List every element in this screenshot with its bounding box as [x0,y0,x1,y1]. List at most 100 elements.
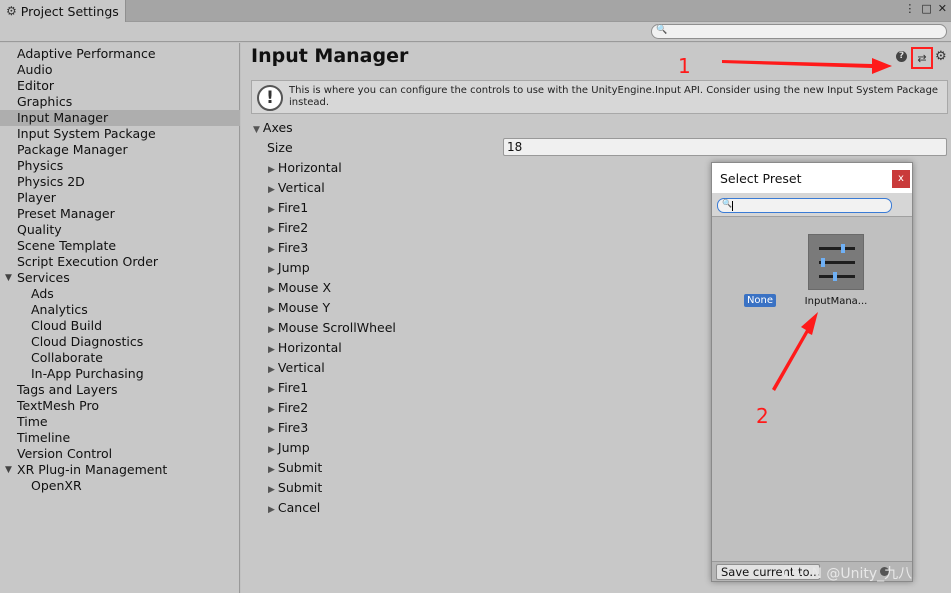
sidebar-item[interactable]: Preset Manager [0,206,240,222]
sidebar-item[interactable]: Audio [0,62,240,78]
axis-label: Horizontal [277,340,342,355]
sidebar-item[interactable]: Input Manager [0,110,240,126]
chevron-right-icon: ▶ [268,405,275,415]
size-input[interactable]: 18 [503,138,947,156]
sidebar-item[interactable]: Collaborate [0,350,240,366]
sidebar-item[interactable]: OpenXR [0,478,240,494]
help-icon[interactable]: ? [896,51,907,62]
sidebar-item-label: XR Plug-in Management [17,462,168,477]
axis-label: Mouse ScrollWheel [277,320,396,335]
warning-icon: ! [257,85,283,111]
sidebar-item[interactable]: ▼ Services [0,270,240,286]
chevron-right-icon: ▶ [268,425,275,435]
page-title: Input Manager [251,45,409,67]
sidebar-item[interactable]: Timeline [0,430,240,446]
window-titlebar: ⚙ Project Settings ⋮ □ ✕ [0,0,951,22]
preset-thumbnail-sliders-icon[interactable] [808,234,864,290]
sidebar-item-label: Scene Template [17,238,117,253]
close-button[interactable]: x [892,170,910,188]
sidebar-item[interactable]: ▼ XR Plug-in Management [0,462,240,478]
sidebar-item[interactable]: Time [0,414,240,430]
axis-foldout[interactable]: ▶ Horizontal [268,158,342,178]
sidebar-item[interactable]: Graphics [0,94,240,110]
sidebar-item[interactable]: Cloud Diagnostics [0,334,240,350]
chevron-down-icon: ▼ [253,125,260,135]
sidebar-item[interactable]: Script Execution Order [0,254,240,270]
size-label: Size [267,140,293,155]
sidebar-item[interactable]: Analytics [0,302,240,318]
tab-label: Project Settings [20,3,119,19]
slider-knob-1 [841,244,845,253]
sidebar-item[interactable]: Quality [0,222,240,238]
chevron-right-icon: ▶ [268,185,275,195]
maximize-icon[interactable]: □ [921,2,931,15]
annotation-marker-1: 1 [678,54,691,78]
close-icon[interactable]: ✕ [938,2,947,15]
sidebar-item-label: Collaborate [31,350,103,365]
axis-foldout[interactable]: ▶ Vertical [268,178,325,198]
sidebar-item[interactable]: Tags and Layers [0,382,240,398]
sidebar-item[interactable]: Package Manager [0,142,240,158]
axes-foldout[interactable]: ▼ Axes [253,118,293,138]
chevron-right-icon: ▶ [268,245,275,255]
axis-foldout[interactable]: ▶ Submit [268,458,322,478]
axis-foldout[interactable]: ▶ Fire3 [268,418,308,438]
chevron-down-icon[interactable]: ▼ [5,270,12,286]
chevron-down-icon[interactable]: ▼ [5,462,12,478]
sidebar-item[interactable]: Input System Package [0,126,240,142]
axis-label: Submit [277,480,323,495]
axis-foldout[interactable]: ▶ Fire2 [268,398,308,418]
sidebar-item[interactable]: TextMesh Pro [0,398,240,414]
axis-label: Fire2 [277,400,309,415]
settings-sidebar: Adaptive Performance Audio Editor Graphics I… [0,43,240,593]
toolbar: 🔍 [0,22,951,42]
axis-foldout[interactable]: ▶ Mouse X [268,278,331,298]
axis-foldout[interactable]: ▶ Horizontal [268,338,342,358]
sidebar-item[interactable]: Ads [0,286,240,302]
sidebar-item-label: Player [17,190,56,205]
sidebar-item-label: Cloud Diagnostics [31,334,144,349]
sidebar-item[interactable]: Cloud Build [0,318,240,334]
axis-label: Fire1 [277,200,309,215]
sidebar-item-label: Quality [17,222,62,237]
axis-foldout[interactable]: ▶ Fire1 [268,378,308,398]
sidebar-item[interactable]: Player [0,190,240,206]
sidebar-item[interactable]: In-App Purchasing [0,366,240,382]
sidebar-item-label: Cloud Build [31,318,103,333]
preset-name[interactable]: InputMana... [800,296,872,307]
sidebar-item[interactable]: Scene Template [0,238,240,254]
axis-foldout[interactable]: ▶ Jump [268,258,310,278]
sidebar-item[interactable]: Version Control [0,446,240,462]
sidebar-item[interactable]: Physics 2D [0,174,240,190]
axis-foldout[interactable]: ▶ Cancel [268,498,320,518]
sidebar-item-label: Adaptive Performance [17,46,156,61]
settings-search-input[interactable]: 🔍 [651,24,947,39]
axis-foldout[interactable]: ▶ Submit [268,478,322,498]
axis-foldout[interactable]: ▶ Fire3 [268,238,308,258]
sidebar-item-label: Physics [17,158,64,173]
info-box: ! This is where you can configure the co… [251,80,948,114]
axis-foldout[interactable]: ▶ Fire1 [268,198,308,218]
chevron-right-icon: ▶ [268,445,275,455]
sidebar-item[interactable]: Editor [0,78,240,94]
sidebar-item-label: Script Execution Order [17,254,159,269]
axis-foldout[interactable]: ▶ Vertical [268,358,325,378]
axis-foldout[interactable]: ▶ Fire2 [268,218,308,238]
tab-project-settings[interactable]: ⚙ Project Settings [0,0,126,22]
slider-line-3 [819,272,855,281]
more-options-icon[interactable]: ⋮ [904,2,915,15]
axis-foldout[interactable]: ▶ Mouse ScrollWheel [268,318,396,338]
sidebar-item[interactable]: Adaptive Performance [0,46,240,62]
axis-label: Jump [277,440,310,455]
settings-gear-icon[interactable]: ⚙ [935,49,947,64]
chevron-right-icon: ▶ [268,485,275,495]
preset-search-input[interactable]: 🔍 [717,198,892,213]
chevron-right-icon: ▶ [268,385,275,395]
sidebar-item-label: Ads [31,286,54,301]
chevron-right-icon: ▶ [268,285,275,295]
preset-none-option[interactable]: None [744,294,776,307]
axis-foldout[interactable]: ▶ Mouse Y [268,298,330,318]
preset-selector-icon[interactable]: ⇄ [911,47,933,69]
axis-foldout[interactable]: ▶ Jump [268,438,310,458]
sidebar-item[interactable]: Physics [0,158,240,174]
